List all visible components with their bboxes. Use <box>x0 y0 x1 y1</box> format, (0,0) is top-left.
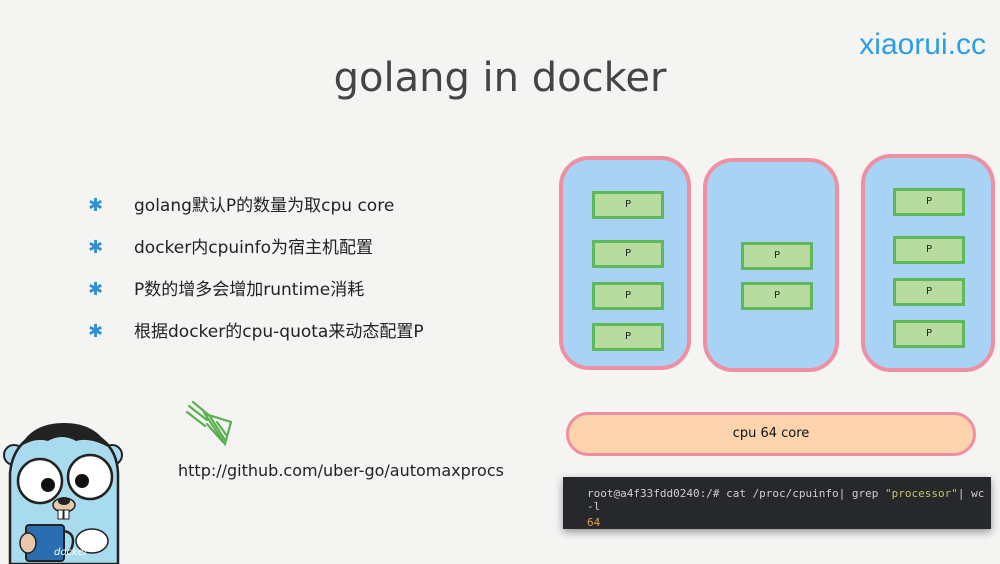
p-box: P <box>592 323 664 351</box>
terminal-snippet: root@a4f33fdd0240:/# cat /proc/cpuinfo| … <box>563 477 991 529</box>
cpu-bar: cpu 64 core <box>566 412 976 456</box>
bullet-text: golang默认P的数量为取cpu core <box>134 196 395 216</box>
p-box: P <box>741 282 813 310</box>
repo-link[interactable]: http://github.com/uber-go/automaxprocs <box>178 461 504 480</box>
container-1: P P P P <box>559 156 691 370</box>
gopher-mascot-icon: docker <box>3 423 123 564</box>
p-box: P <box>741 242 813 270</box>
bullet-text: docker内cpuinfo为宿主机配置 <box>134 238 374 258</box>
p-box: P <box>893 188 965 216</box>
arrow-icon <box>185 400 233 447</box>
p-box: P <box>592 282 664 310</box>
container-3: P P P P <box>861 154 995 372</box>
asterisk-icon: ✱ <box>88 237 104 258</box>
terminal-output: 64 <box>587 516 601 529</box>
bullet-text: P数的增多会增加runtime消耗 <box>134 280 365 300</box>
asterisk-icon: ✱ <box>88 279 104 300</box>
gopher-label: docker <box>54 547 89 558</box>
bullet-text: 根据docker的cpu-quota来动态配置P <box>134 322 424 342</box>
p-box: P <box>592 240 664 268</box>
asterisk-icon: ✱ <box>88 195 104 216</box>
container-2: P P <box>703 158 839 372</box>
slide-title: golang in docker <box>333 55 667 101</box>
p-box: P <box>893 236 965 264</box>
p-box: P <box>893 320 965 348</box>
p-box: P <box>592 191 664 219</box>
terminal-command: root@a4f33fdd0240:/# cat /proc/cpuinfo| … <box>587 487 985 513</box>
p-box: P <box>893 278 965 306</box>
asterisk-icon: ✱ <box>88 321 104 342</box>
